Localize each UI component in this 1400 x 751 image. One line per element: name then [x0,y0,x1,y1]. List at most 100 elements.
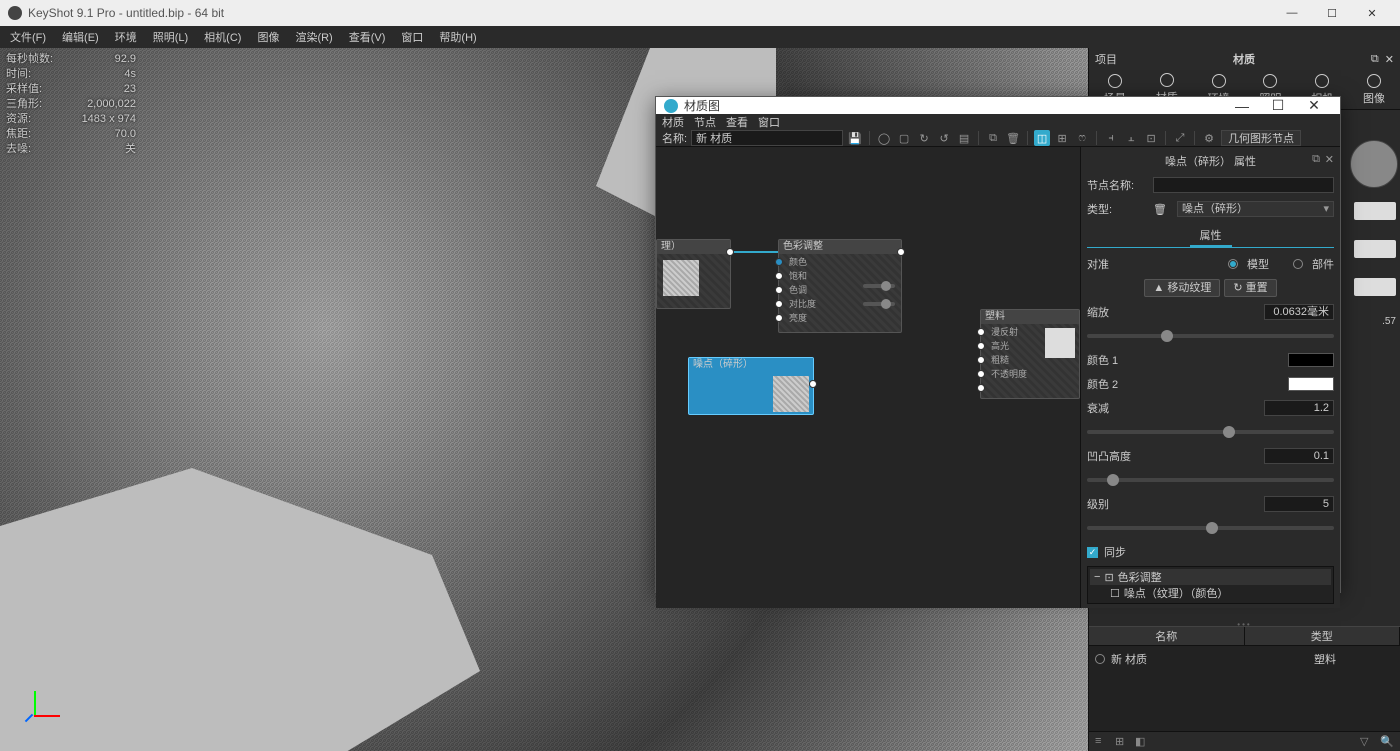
node-slider[interactable] [863,302,895,306]
axis-gizmo[interactable] [20,681,70,731]
input-port[interactable] [977,356,985,364]
radio-model[interactable] [1228,259,1238,269]
menu-edit[interactable]: 编辑(E) [56,27,105,47]
side-button-1[interactable] [1354,202,1396,220]
tool-active-icon[interactable]: ◫ [1034,130,1050,146]
input-port[interactable] [775,272,783,280]
maximize-button[interactable]: ☐ [1312,0,1352,26]
list-item[interactable]: 新 材质 塑料 [1095,650,1394,668]
list-icon-1[interactable]: ≡ [1095,735,1109,749]
close-button[interactable]: ✕ [1352,0,1392,26]
bump-value[interactable]: 0.1 [1264,448,1334,464]
level-value[interactable]: 5 [1264,496,1334,512]
align-icon-2[interactable]: ⫠ [1123,130,1139,146]
mg-menu-node[interactable]: 节点 [694,114,716,130]
menu-environment[interactable]: 环境 [109,27,143,47]
mg-titlebar[interactable]: 材质图 — ☐ ✕ [656,97,1340,114]
connection-wire[interactable] [731,251,783,253]
node-color-adjust[interactable]: 色彩调整 颜色 饱和 色调 对比度 亮度 [778,239,902,333]
tool-icon-2[interactable]: ▢ [896,130,912,146]
menu-view[interactable]: 查看(V) [343,27,392,47]
align-icon-3[interactable]: ⊡ [1143,130,1159,146]
output-port[interactable] [809,380,817,388]
color2-swatch[interactable] [1288,377,1334,391]
tool-icon-5[interactable]: ▤ [956,130,972,146]
side-button-2[interactable] [1354,240,1396,258]
menu-image[interactable]: 图像 [251,27,285,47]
search-icon[interactable]: 🔍 [1380,735,1394,749]
checkbox-icon[interactable]: ☐ [1110,587,1120,600]
input-port[interactable] [977,342,985,350]
gear-icon[interactable]: ⚙ [1201,130,1217,146]
menu-file[interactable]: 文件(F) [4,27,52,47]
geometry-nodes-button[interactable]: 几何图形节点 [1221,130,1301,146]
menu-window[interactable]: 窗口 [395,27,429,47]
copy-icon[interactable]: ⧉ [985,130,1001,146]
type-dropdown[interactable]: 噪点（碎形） [1177,201,1334,217]
panel-close-icon[interactable]: ✕ [1385,53,1394,66]
pin-icon[interactable]: ⧉ [1371,53,1379,66]
tree-row[interactable]: − ⊡ 色彩调整 [1090,569,1331,585]
node-graph-canvas[interactable]: 理） 色彩调整 颜色 饱和 色调 对比度 亮度 [656,147,1080,608]
delete-icon[interactable]: 🗑 [1005,130,1021,146]
input-port[interactable] [775,258,783,266]
material-name-input[interactable] [691,130,843,146]
save-icon[interactable]: 💾 [847,130,863,146]
tool-icon-3[interactable]: ↻ [916,130,932,146]
radio-part[interactable] [1293,259,1303,269]
node-noise-fractal[interactable]: 噪点（碎形） [688,357,814,415]
reset-button[interactable]: ↻ 重置 [1224,279,1276,297]
minimize-button[interactable]: — [1272,0,1312,26]
move-texture-button[interactable]: ▲ 移动纹理 [1144,279,1220,297]
input-port[interactable] [775,314,783,322]
mg-maximize-button[interactable]: ☐ [1260,97,1296,114]
align-icon-1[interactable]: ⫞ [1103,130,1119,146]
menu-help[interactable]: 帮助(H) [433,27,482,47]
input-port[interactable] [775,300,783,308]
output-port[interactable] [897,248,905,256]
mg-menu-view[interactable]: 查看 [726,114,748,130]
props-close-icon[interactable]: ✕ [1325,153,1334,166]
trash-icon[interactable]: 🗑 [1153,203,1167,216]
side-button-3[interactable] [1354,278,1396,296]
mg-minimize-button[interactable]: — [1224,98,1260,114]
expand-icon[interactable]: ⤢ [1172,130,1188,146]
node-plastic[interactable]: 塑料 漫反射 高光 粗糙 不透明度 [980,309,1080,399]
col-type[interactable]: 类型 [1245,627,1400,645]
menu-render[interactable]: 渲染(R) [289,27,338,47]
mg-menu-material[interactable]: 材质 [662,114,684,130]
atten-value[interactable]: 1.2 [1264,400,1334,416]
node-name-input[interactable] [1153,177,1334,193]
scale-value[interactable]: 0.0632毫米 [1264,304,1334,320]
sync-checkbox[interactable]: ✓ [1087,547,1098,558]
filter-icon[interactable]: ▽ [1360,735,1374,749]
level-slider[interactable] [1087,526,1334,530]
menu-camera[interactable]: 相机(C) [198,27,247,47]
node-slider[interactable] [863,284,895,288]
list-icon-3[interactable]: ◧ [1135,735,1149,749]
tab-properties[interactable]: 属性 [1190,225,1232,247]
material-preview-swatch[interactable] [1350,140,1398,188]
tool-icon-4[interactable]: ↺ [936,130,952,146]
node-texture[interactable]: 理） [656,239,731,309]
collapse-icon[interactable]: − [1094,571,1100,583]
mg-close-button[interactable]: ✕ [1296,97,1332,114]
props-pin-icon[interactable]: ⧉ [1312,153,1320,166]
input-port[interactable] [977,384,985,392]
scale-slider[interactable] [1087,334,1334,338]
tool-icon-7[interactable]: ෆ [1074,130,1090,146]
color1-swatch[interactable] [1288,353,1334,367]
bump-slider[interactable] [1087,478,1334,482]
input-port[interactable] [977,370,985,378]
mg-menu-window[interactable]: 窗口 [758,114,780,130]
tool-icon-1[interactable]: ◯ [876,130,892,146]
input-port[interactable] [775,286,783,294]
menu-lighting[interactable]: 照明(L) [147,27,194,47]
tool-icon-6[interactable]: ⊞ [1054,130,1070,146]
col-name[interactable]: 名称 [1089,627,1245,645]
atten-slider[interactable] [1087,430,1334,434]
input-port[interactable] [977,328,985,336]
tree-row[interactable]: ☐ 噪点（纹理）（颜色） [1090,585,1331,601]
tab-image[interactable]: 图像 [1348,70,1400,109]
list-icon-2[interactable]: ⊞ [1115,735,1129,749]
